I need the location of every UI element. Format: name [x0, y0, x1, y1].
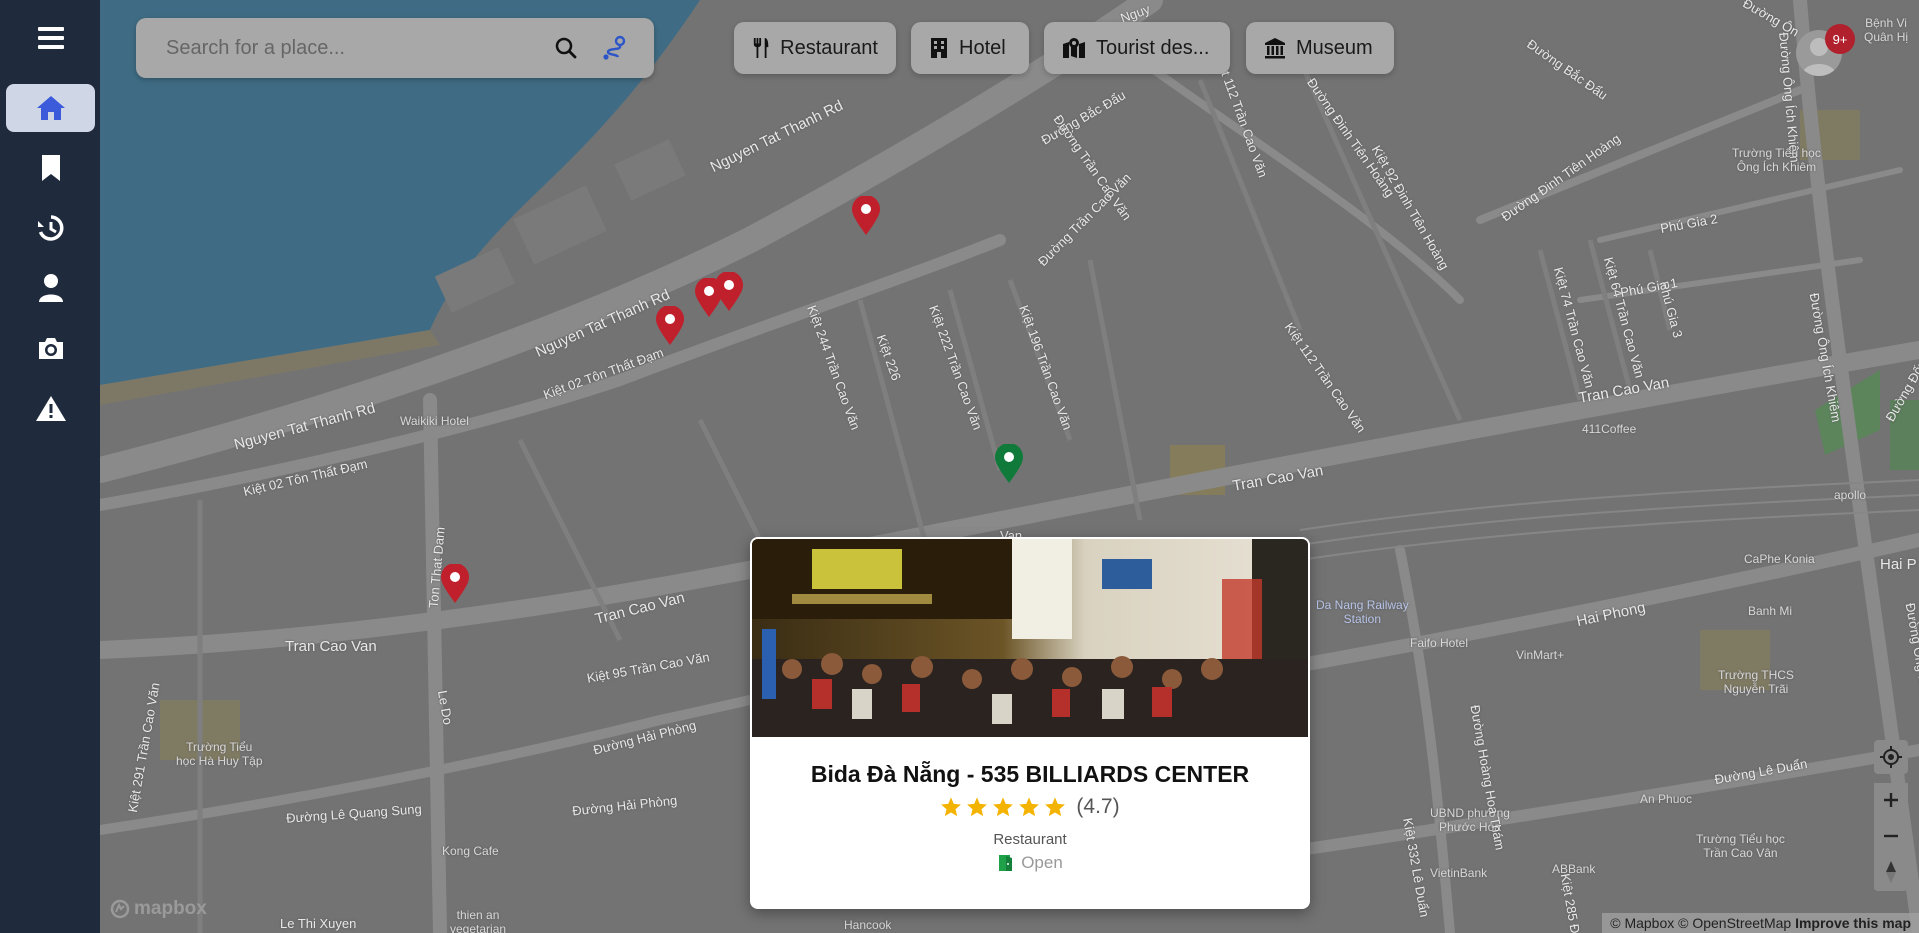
category-restaurant[interactable]: Restaurant	[734, 22, 896, 74]
restaurant-pin-icon[interactable]	[655, 306, 685, 346]
place-type: Restaurant	[993, 831, 1067, 848]
star-icon	[1019, 797, 1040, 817]
nav-camera[interactable]	[6, 324, 95, 372]
nav-report[interactable]	[6, 384, 95, 432]
category-museum[interactable]: Museum	[1246, 22, 1394, 74]
attribution-osm[interactable]: © OpenStreetMap	[1678, 915, 1791, 931]
map-label: 411Coffee	[1582, 422, 1637, 436]
attribution-improve[interactable]: Improve this map	[1795, 915, 1911, 931]
plus-icon	[1884, 793, 1898, 807]
restaurant-pin-icon[interactable]	[440, 564, 470, 604]
map-label: Trường Tiểu học Trần Cao Vân	[1696, 832, 1785, 860]
route-icon	[603, 35, 626, 60]
star-icon	[967, 797, 988, 817]
status-label: Open	[1021, 853, 1063, 872]
camera-icon	[38, 338, 63, 359]
place-photo-image	[752, 539, 1308, 737]
map-label: apollo	[1834, 488, 1867, 502]
attribution-mapbox[interactable]: © Mapbox	[1610, 915, 1674, 931]
landmark-icon	[1265, 38, 1285, 59]
map-label: Trường Tiểu học Hà Huy Tập	[176, 740, 263, 768]
star-icon	[993, 797, 1014, 817]
warning-icon	[35, 396, 66, 421]
category-label: Museum	[1296, 36, 1373, 59]
nav-history[interactable]	[6, 204, 95, 252]
compass-button[interactable]	[1874, 855, 1908, 889]
star-icon	[941, 797, 962, 817]
rating-score: (4.7)	[1076, 795, 1120, 818]
map-label: Banh Mi	[1748, 604, 1793, 618]
search-icon	[555, 37, 577, 59]
nav-profile[interactable]	[6, 264, 95, 312]
restaurant-pin-icon[interactable]	[714, 272, 744, 312]
directions-button[interactable]	[594, 28, 634, 68]
map-label: Waikiki Hotel	[400, 414, 469, 428]
category-label: Hotel	[959, 36, 1006, 59]
sidebar	[0, 0, 100, 933]
mapbox-logo-text: mapbox	[134, 898, 207, 919]
utensils-icon	[753, 38, 769, 58]
map-label: thien an vegetarian	[450, 908, 507, 933]
zoom-out-button[interactable]	[1874, 819, 1908, 853]
map-label: Kong Cafe	[442, 844, 499, 858]
zoom-in-button[interactable]	[1874, 783, 1908, 817]
bookmark-icon	[41, 155, 60, 181]
open-door-icon	[999, 855, 1013, 871]
restaurant-pin-icon[interactable]	[851, 196, 881, 236]
category-label: Restaurant	[780, 36, 878, 59]
search-bar	[136, 18, 654, 78]
menu-icon	[37, 27, 64, 49]
map-label: Trường THCS Nguyễn Trãi	[1718, 668, 1794, 696]
star-icon	[1045, 797, 1066, 817]
place-card[interactable]: Bida Đà Nẵng - 535 BILLIARDS CENTER (4.7…	[750, 537, 1310, 909]
place-photo	[752, 539, 1308, 737]
locate-button[interactable]	[1874, 740, 1908, 774]
map-location-icon	[1063, 38, 1085, 58]
rating-stars	[940, 796, 1066, 818]
search-input[interactable]	[166, 36, 538, 60]
history-icon	[37, 215, 63, 241]
map-label: Hancook	[844, 918, 892, 932]
mapbox-logo[interactable]: mapbox	[110, 898, 207, 920]
map-label: VinMart+	[1516, 648, 1565, 662]
menu-button[interactable]	[6, 14, 95, 62]
compass-icon	[1886, 861, 1896, 883]
category-hotel[interactable]: Hotel	[911, 22, 1029, 74]
building-icon	[931, 38, 947, 58]
minus-icon	[1884, 834, 1898, 838]
map-label: An Phuoc	[1640, 792, 1693, 806]
map-label: Trường Tiểu học Ông Ích Khiêm	[1732, 146, 1821, 174]
map-label: VietinBank	[1430, 866, 1488, 880]
place-status: Open	[750, 853, 1310, 873]
notification-badge[interactable]: 9+	[1825, 24, 1855, 54]
map-label: Tran Cao Van	[285, 638, 377, 655]
map-label: Da Nang Railway Station	[1316, 598, 1409, 626]
map-label: Le Thi Xuyen	[280, 916, 357, 931]
map-label: CaPhe Konia	[1744, 552, 1815, 566]
home-icon	[36, 96, 65, 120]
map-attribution: © Mapbox © OpenStreetMap Improve this ma…	[1602, 913, 1919, 933]
place-rating: (4.7)	[750, 795, 1310, 819]
user-icon	[38, 274, 63, 302]
place-title: Bida Đà Nẵng - 535 BILLIARDS CENTER	[810, 761, 1250, 787]
map-label: Hai P	[1880, 556, 1917, 573]
category-label: Tourist des...	[1096, 36, 1210, 59]
zoom-controls	[1874, 783, 1908, 891]
category-tourist[interactable]: Tourist des...	[1044, 22, 1230, 74]
mapbox-logo-icon	[110, 899, 130, 919]
search-button[interactable]	[546, 28, 586, 68]
map-label: Bệnh Vi Quân Hị	[1864, 16, 1909, 44]
selected-pin-icon[interactable]	[994, 444, 1024, 484]
nav-saved[interactable]	[6, 144, 95, 192]
nav-home[interactable]	[6, 84, 95, 132]
crosshair-icon	[1880, 746, 1902, 768]
map-label: Faifo Hotel	[1410, 636, 1469, 650]
